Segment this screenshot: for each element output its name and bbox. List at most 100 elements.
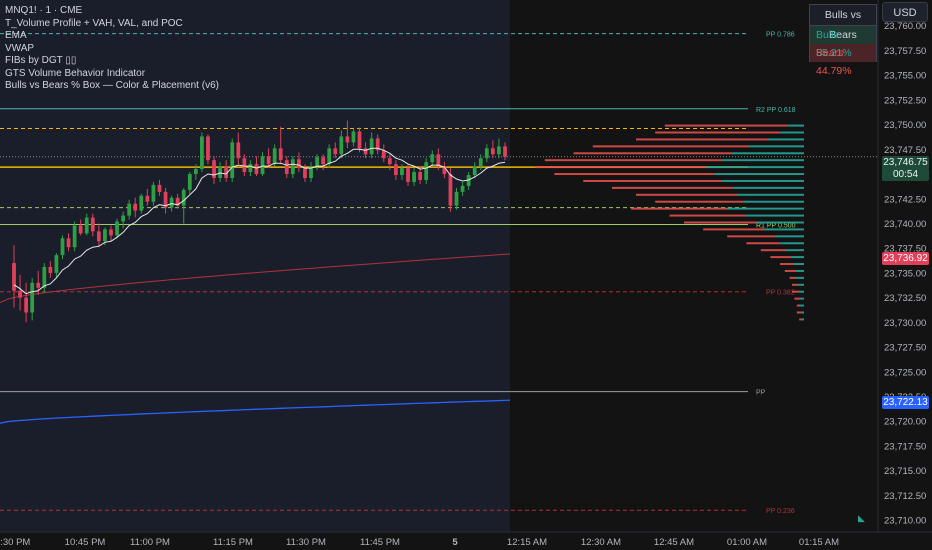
x-tick-label: 5 bbox=[452, 537, 458, 548]
vp-bear-bar bbox=[655, 200, 744, 203]
candle-body bbox=[503, 146, 507, 157]
pivot-label-pp_0236: PP 0.236 bbox=[766, 508, 795, 515]
candle-body bbox=[181, 189, 186, 206]
indicator-legend: MNQ1! · 1 · CME T_Volume Profile + VAH, … bbox=[5, 5, 219, 93]
vp-bull-bar bbox=[732, 186, 804, 189]
y-tick-label: 23,750.00 bbox=[884, 120, 926, 131]
x-tick-label: 12:45 AM bbox=[654, 537, 694, 548]
y-tick-label: 23,720.00 bbox=[884, 417, 926, 428]
candle-body bbox=[278, 148, 283, 161]
candle-body bbox=[284, 160, 289, 175]
candle-body bbox=[266, 156, 271, 165]
legend-item-ema[interactable]: EMA bbox=[5, 30, 219, 43]
candle-body bbox=[18, 290, 22, 298]
vp-bull-bar bbox=[767, 138, 804, 141]
y-tick-label: 23,712.50 bbox=[884, 491, 926, 502]
y-tick-label: 23,730.00 bbox=[884, 318, 926, 329]
vp-bull-bar bbox=[800, 297, 804, 300]
y-tick-label: 23,742.50 bbox=[884, 194, 926, 205]
x-tick-label: 12:15 AM bbox=[507, 537, 547, 548]
legend-item-gts-volume[interactable]: GTS Volume Behavior Indicator bbox=[5, 68, 219, 81]
y-tick-label: 23,725.00 bbox=[884, 367, 926, 378]
candle-body bbox=[127, 203, 132, 216]
candle-body bbox=[84, 217, 89, 234]
candle-body bbox=[54, 255, 59, 273]
candle-body bbox=[145, 195, 150, 202]
vp-bear-bar bbox=[760, 249, 786, 252]
candle-body bbox=[48, 266, 53, 273]
vp-bull-bar bbox=[790, 256, 804, 259]
candle-body bbox=[369, 138, 374, 155]
candle-body bbox=[90, 217, 95, 232]
legend-item-vwap[interactable]: VWAP bbox=[5, 43, 219, 56]
candle-body bbox=[321, 157, 326, 165]
candle-body bbox=[169, 197, 174, 208]
vp-bear-bar bbox=[573, 152, 732, 155]
y-tick-label: 23,717.50 bbox=[884, 441, 926, 452]
candle-body bbox=[430, 154, 435, 163]
candle-body bbox=[218, 166, 222, 178]
candle-body bbox=[460, 185, 465, 192]
vp-bear-bar bbox=[792, 290, 799, 293]
vp-bull-bar bbox=[756, 221, 804, 224]
vp-bear-bar bbox=[669, 214, 746, 217]
vp-bull-bar bbox=[714, 173, 804, 176]
vp-bull-bar bbox=[731, 152, 804, 155]
candle-body bbox=[103, 229, 107, 242]
vp-bull-bar bbox=[785, 249, 804, 252]
trading-chart-window[interactable]: 23,760.00 23,757.50 23,755.00 23,752.50 23,7… bbox=[0, 0, 932, 550]
vp-bear-bar bbox=[655, 131, 781, 134]
candle-body bbox=[42, 266, 47, 288]
vp-bull-bar bbox=[780, 131, 804, 134]
vp-bear-bar bbox=[631, 207, 728, 210]
candle-body bbox=[406, 168, 410, 182]
candle-body bbox=[36, 282, 41, 288]
candle-body bbox=[139, 195, 144, 211]
legend-item-bulls-bears-box[interactable]: Bulls vs Bears % Box — Color & Placement… bbox=[5, 80, 219, 93]
candle-body bbox=[400, 168, 404, 176]
vp-bull-bar bbox=[801, 318, 804, 321]
vp-bull-bar bbox=[738, 193, 804, 196]
candle-body bbox=[157, 184, 162, 192]
candle-body bbox=[109, 229, 113, 236]
vp-bear-bar bbox=[544, 159, 723, 162]
candle-body bbox=[72, 225, 77, 248]
candle-body bbox=[133, 203, 138, 211]
vp-bear-bar bbox=[780, 263, 794, 266]
vp-bear-bar bbox=[796, 304, 801, 307]
legend-item-volume-profile[interactable]: T_Volume Profile + VAH, VAL, and POC bbox=[5, 18, 219, 31]
candle-body bbox=[151, 184, 156, 202]
legend-item-fibs[interactable]: FIBs by DGT ▯▯ bbox=[5, 55, 219, 68]
countdown-tag: 00:54 bbox=[882, 168, 929, 181]
vp-bear-bar bbox=[770, 256, 791, 259]
vp-bear-bar bbox=[592, 145, 749, 148]
vp-bear-bar bbox=[799, 318, 802, 321]
candle-body bbox=[230, 142, 235, 178]
x-tick-label: 11:45 PM bbox=[360, 537, 400, 548]
vp-bear-bar bbox=[535, 166, 707, 169]
candle-body bbox=[363, 148, 368, 155]
candle-body bbox=[327, 148, 332, 165]
candle-body bbox=[497, 146, 501, 155]
candle-body bbox=[248, 164, 253, 173]
candle-body bbox=[236, 142, 241, 159]
bulls-vs-bears-box: Bulls vs Bears Bulls 55.21% Bears 44.79% bbox=[809, 4, 877, 77]
vp-bear-bar bbox=[796, 311, 802, 314]
currency-button[interactable]: USD bbox=[882, 2, 928, 22]
vp-bear-bar bbox=[612, 186, 733, 189]
x-tick-label: 12:30 AM bbox=[581, 537, 621, 548]
candle-body bbox=[24, 297, 29, 313]
symbol-line[interactable]: MNQ1! · 1 · CME bbox=[5, 5, 219, 18]
vp-bull-bar bbox=[764, 228, 804, 231]
candle-body bbox=[193, 169, 198, 175]
vp-bull-bar bbox=[788, 124, 804, 127]
y-tick-label: 23,732.50 bbox=[884, 293, 926, 304]
bulls-vs-bears-title: Bulls vs Bears bbox=[810, 5, 876, 41]
vp-bull-bar bbox=[780, 242, 804, 245]
candle-body bbox=[315, 157, 319, 167]
vp-bear-bar bbox=[636, 138, 768, 141]
candle-body bbox=[115, 221, 119, 236]
y-tick-label: 23,757.50 bbox=[884, 46, 926, 57]
candle-body bbox=[436, 154, 441, 167]
y-tick-label: 23,755.00 bbox=[884, 71, 926, 82]
